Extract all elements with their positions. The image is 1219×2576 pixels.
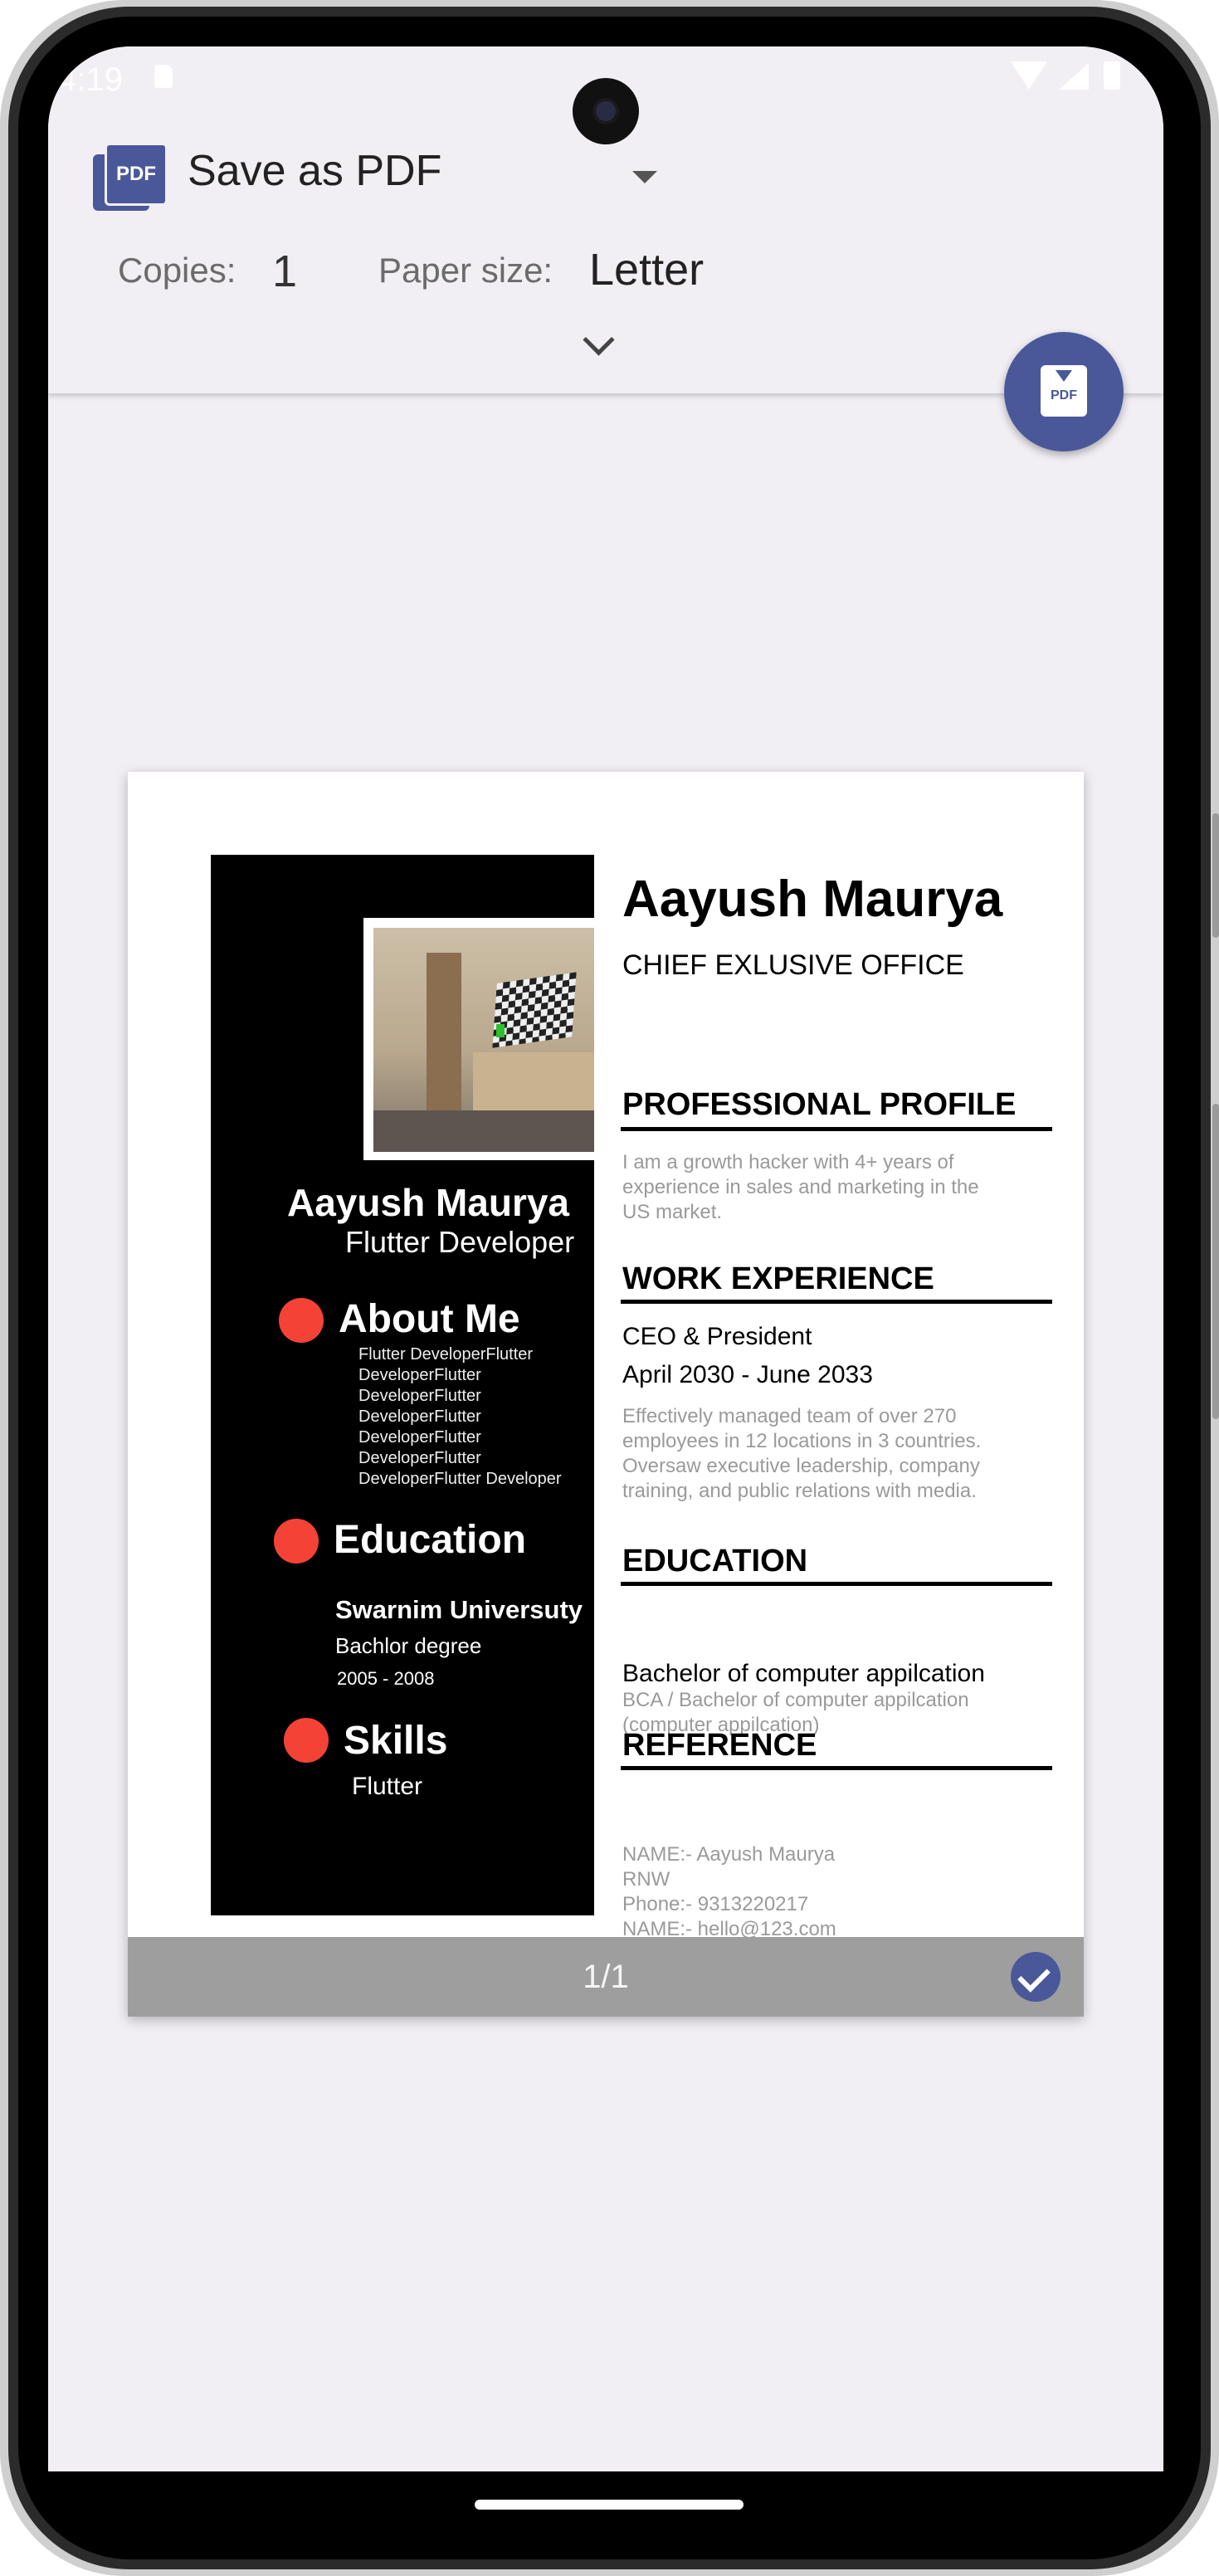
work-divider xyxy=(621,1300,1052,1304)
printer-selector[interactable]: Save as PDF xyxy=(188,146,441,196)
download-pdf-icon: PDF xyxy=(1041,365,1087,417)
skill-item: Flutter xyxy=(352,1773,423,1800)
education-heading: EDUCATION xyxy=(622,1544,808,1578)
education-bullet-icon xyxy=(274,1519,319,1564)
about-text: Flutter DeveloperFlutter DeveloperFlutte… xyxy=(358,1345,562,1488)
education-title: Education xyxy=(334,1518,527,1562)
reference-divider xyxy=(621,1766,1052,1770)
resume-title: CHIEF EXLUSIVE OFFICE xyxy=(622,949,964,981)
paper-size-select[interactable]: Letter xyxy=(589,244,704,295)
skills-title: Skills xyxy=(344,1719,448,1763)
home-indicator[interactable] xyxy=(475,2500,744,2510)
print-options-header: 4:19 PDF Save as PDF Copies: 1 Paper siz… xyxy=(48,46,1163,393)
screen: 4:19 PDF Save as PDF Copies: 1 Paper siz… xyxy=(48,46,1163,2471)
work-role: CEO & President xyxy=(622,1323,812,1350)
reference-heading: REFERENCE xyxy=(622,1728,817,1763)
education-divider xyxy=(621,1582,1052,1586)
page-footer: 1/1 xyxy=(128,1937,1084,2017)
volume-button xyxy=(1212,813,1219,938)
education-years: 2005 - 2008 xyxy=(337,1668,435,1689)
resume-left-column: Aayush Maurya Flutter Developer About Me… xyxy=(211,855,594,1915)
left-role: Flutter Developer xyxy=(345,1225,575,1259)
battery-icon xyxy=(1104,61,1120,90)
copies-input[interactable]: 1 xyxy=(272,246,297,297)
work-heading: WORK EXPERIENCE xyxy=(622,1261,934,1296)
power-button xyxy=(1212,1104,1219,1419)
wifi-icon xyxy=(1011,61,1047,90)
skills-bullet-icon xyxy=(284,1718,329,1763)
education-institute: Swarnim Universuty xyxy=(335,1595,583,1624)
work-dates: April 2030 - June 2033 xyxy=(622,1361,873,1388)
about-bullet-icon xyxy=(279,1298,324,1343)
signal-icon xyxy=(1059,63,1089,90)
status-time: 4:19 xyxy=(58,61,123,98)
left-name: Aayush Maurya xyxy=(287,1181,570,1224)
profile-text: I am a growth hacker with 4+ years of ex… xyxy=(622,1151,979,1223)
printer-dropdown-icon[interactable] xyxy=(632,171,657,183)
sd-card-icon xyxy=(154,65,173,88)
page-selected-check-icon[interactable] xyxy=(1011,1952,1061,2002)
pdf-printer-icon: PDF xyxy=(93,143,168,212)
page-count: 1/1 xyxy=(583,1959,629,1995)
profile-divider xyxy=(621,1127,1052,1131)
phone-frame: 4:19 PDF Save as PDF Copies: 1 Paper siz… xyxy=(0,0,1219,2576)
resume-name: Aayush Maurya xyxy=(622,871,1003,928)
about-title: About Me xyxy=(339,1297,520,1341)
copies-label: Copies: xyxy=(118,251,236,290)
front-camera xyxy=(573,78,639,144)
expand-options-chevron-icon[interactable] xyxy=(583,324,615,356)
education-degree-right: Bachelor of computer appilcation xyxy=(622,1660,985,1687)
reference-details: NAME:- Aayush Maurya RNW Phone:- 9313220… xyxy=(622,1843,836,1940)
profile-heading: PROFESSIONAL PROFILE xyxy=(622,1087,1017,1122)
paper-size-label: Paper size: xyxy=(378,251,553,290)
page-preview[interactable]: Aayush Maurya Flutter Developer About Me… xyxy=(128,772,1084,2017)
profile-photo xyxy=(373,928,594,1152)
download-pdf-button[interactable]: PDF xyxy=(1004,332,1124,451)
work-description: Effectively managed team of over 270 emp… xyxy=(622,1405,982,1502)
education-degree: Bachlor degree xyxy=(335,1633,482,1658)
